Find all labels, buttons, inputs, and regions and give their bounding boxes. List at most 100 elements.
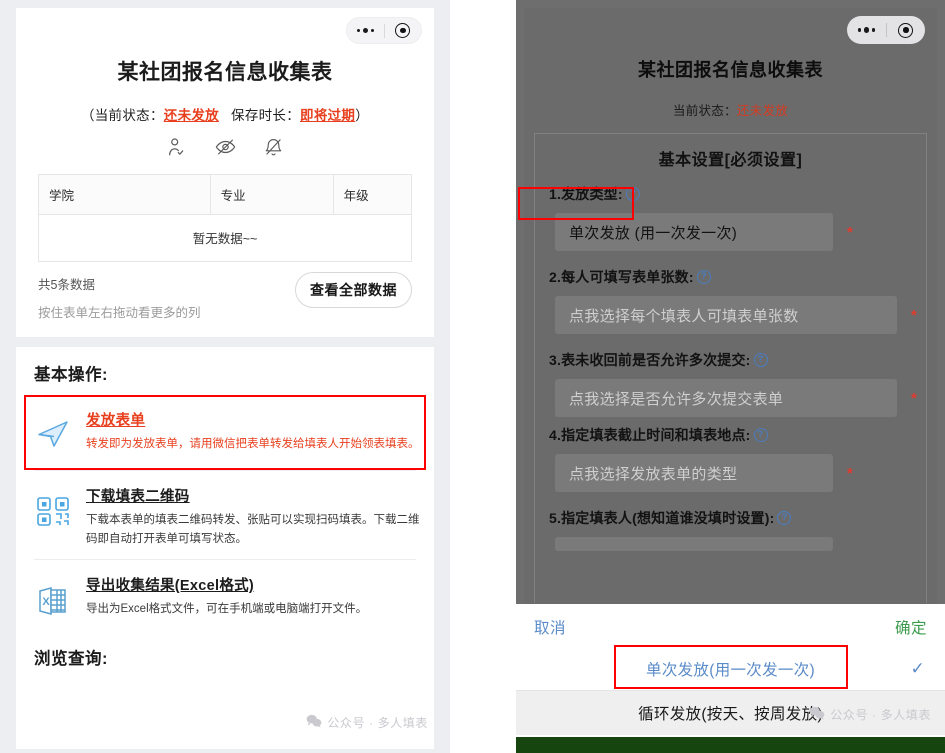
- bell-off-icon[interactable]: [263, 136, 284, 158]
- browse-query-title: 浏览查询:: [34, 649, 108, 668]
- excel-file-icon: X: [30, 574, 76, 619]
- operation-title: 发放表单: [86, 413, 146, 429]
- operation-desc: 下载本表单的填表二维码转发、张贴可以实现扫码填表。下载二维码即自动打开表单可填写…: [86, 513, 420, 545]
- field-deadline-location: 4.指定填表截止时间和填表地点: ? 点我选择发放表单的类型 *: [535, 425, 926, 492]
- view-all-data-button[interactable]: 查看全部数据: [295, 272, 412, 308]
- field-label: 3.表未收回前是否允许多次提交: ?: [549, 350, 926, 370]
- field-label-text: 1.发放类型:: [549, 186, 623, 202]
- operation-desc: 导出为Excel格式文件，可在手机端或电脑端打开文件。: [86, 602, 368, 615]
- designated-filler-select[interactable]: [555, 537, 833, 551]
- page-title: 某社团报名信息收集表: [117, 61, 333, 84]
- field-label: 5.指定填表人(想知道谁没填时设置): ?: [549, 508, 926, 528]
- field-spacer: [535, 417, 926, 425]
- operation-body: 下载填表二维码 下载本表单的填表二维码转发、张贴可以实现扫码填表。下载二维码即自…: [86, 485, 420, 549]
- more-dots-icon[interactable]: [847, 27, 886, 33]
- field-forms-per-person: 2.每人可填写表单张数: ? 点我选择每个填表人可填表单张数 *: [535, 267, 926, 334]
- field-spacer: [535, 251, 926, 267]
- field-label-text: 5.指定填表人(想知道谁没填时设置):: [549, 510, 775, 526]
- field-label-text: 2.每人可填写表单张数:: [549, 269, 694, 285]
- field-spacer: [535, 334, 926, 350]
- basic-operations-title: 基本操作:: [34, 366, 108, 384]
- release-type-select[interactable]: 单次发放 (用一次发一次) *: [555, 213, 853, 251]
- action-sheet-option-single[interactable]: 单次发放(用一次发一次) ✓: [516, 648, 945, 690]
- field-label: 2.每人可填写表单张数: ?: [549, 267, 926, 287]
- operation-download-qr[interactable]: 下载填表二维码 下载本表单的填表二维码转发、张贴可以实现扫码填表。下载二维码即自…: [16, 471, 434, 559]
- home-indicator-bar: [516, 737, 945, 753]
- basic-operations-card: 基本操作: 发放表单 转发即为发放表单，请用微信把表单转发给填表人开始领表填表。: [16, 347, 434, 749]
- more-dots-icon[interactable]: [347, 27, 384, 34]
- paper-plane-icon: [30, 409, 76, 454]
- field-designated-filler: 5.指定填表人(想知道谁没填时设置): ?: [535, 508, 926, 551]
- field-label-text: 3.表未收回前是否允许多次提交:: [549, 352, 751, 368]
- status-badge: 还未发放: [736, 104, 789, 118]
- table-header-row: 学院 专业 年级: [38, 174, 412, 215]
- multi-submit-select[interactable]: 点我选择是否允许多次提交表单 *: [555, 379, 917, 417]
- operation-send-form[interactable]: 发放表单 转发即为发放表单，请用微信把表单转发给填表人开始领表填表。: [16, 395, 434, 470]
- screenshot-stage: 某社团报名信息收集表 （当前状态：还未发放 保存时长：即将过期） 学院 专业 年…: [0, 0, 945, 753]
- question-circle-icon[interactable]: ?: [753, 428, 768, 442]
- watermark-text: 公众号 · 多人填表: [327, 716, 428, 730]
- wechat-logo-icon: [306, 714, 322, 731]
- basic-settings-panel: 基本设置[必须设置] 1.发放类型: ? 单次发放 (用一次发一次) * 2.每…: [534, 133, 927, 603]
- field-label: 4.指定填表截止时间和填表地点: ?: [549, 425, 926, 445]
- watermark-left: 公众号 · 多人填表: [306, 714, 428, 731]
- card-gap: [8, 337, 442, 347]
- required-asterisk: *: [847, 223, 853, 241]
- target-circle-icon[interactable]: [385, 23, 422, 38]
- select-placeholder: 点我选择每个填表人可填表单张数: [569, 307, 799, 325]
- question-circle-icon[interactable]: ?: [625, 187, 640, 201]
- qr-code-icon: [30, 485, 76, 549]
- table-header-major: 专业: [210, 174, 334, 215]
- person-check-icon[interactable]: [166, 136, 188, 158]
- required-asterisk: *: [911, 389, 917, 407]
- operation-body: 导出收集结果(Excel格式) 导出为Excel格式文件，可在手机端或电脑端打开…: [86, 574, 420, 619]
- option-label: 单次发放(用一次发一次): [646, 662, 815, 679]
- field-label-text: 4.指定填表截止时间和填表地点:: [549, 427, 751, 443]
- miniprogram-capsule[interactable]: [847, 16, 925, 44]
- status-middle: 保存时长：: [231, 108, 301, 123]
- target-circle-icon[interactable]: [887, 22, 926, 38]
- question-circle-icon[interactable]: ?: [753, 353, 768, 367]
- question-circle-icon[interactable]: ?: [777, 511, 792, 525]
- eye-off-icon[interactable]: [214, 136, 237, 158]
- operation-body: 发放表单 转发即为发放表单，请用微信把表单转发给填表人开始领表填表。: [86, 409, 420, 454]
- right-phone-screen: 某社团报名信息收集表 当前状态：还未发放 基本设置[必须设置] 1.发放类型: …: [516, 0, 945, 753]
- deadline-location-select[interactable]: 点我选择发放表单的类型 *: [555, 454, 853, 492]
- quick-action-icons: [16, 124, 434, 168]
- status-suffix: ）: [355, 108, 370, 123]
- option-label: 循环发放(按天、按周发放): [638, 706, 823, 723]
- table-footer: 共5条数据 按住表单左右拖动看更多的列 查看全部数据: [38, 262, 412, 335]
- status-badge-state: 还未发放: [163, 108, 219, 123]
- cancel-button[interactable]: 取消: [534, 616, 566, 638]
- question-circle-icon[interactable]: ?: [696, 270, 711, 284]
- data-preview-table[interactable]: 学院 专业 年级 暂无数据~~: [38, 174, 412, 262]
- status-label: 当前状态：: [672, 104, 737, 118]
- select-placeholder: 点我选择发放表单的类型: [569, 465, 738, 483]
- right-phone-content: 某社团报名信息收集表 当前状态：还未发放 基本设置[必须设置] 1.发放类型: …: [518, 8, 937, 604]
- table-row: 暂无数据~~: [38, 214, 412, 262]
- status-line: （当前状态：还未发放 保存时长：即将过期）: [16, 86, 434, 124]
- table-header-college: 学院: [38, 174, 211, 215]
- operation-title: 下载填表二维码: [86, 488, 190, 505]
- svg-text:X: X: [42, 596, 50, 608]
- forms-per-person-select[interactable]: 点我选择每个填表人可填表单张数 *: [555, 296, 917, 334]
- wechat-logo-icon: [809, 706, 825, 723]
- left-phone-screen: 某社团报名信息收集表 （当前状态：还未发放 保存时长：即将过期） 学院 专业 年…: [0, 0, 450, 753]
- left-phone-content: 某社团报名信息收集表 （当前状态：还未发放 保存时长：即将过期） 学院 专业 年…: [8, 8, 442, 753]
- field-multi-submit: 3.表未收回前是否允许多次提交: ? 点我选择是否允许多次提交表单 *: [535, 350, 926, 417]
- action-sheet-header: 取消 确定: [516, 604, 945, 648]
- right-capsule-row: [524, 8, 937, 48]
- status-prefix: （当前状态：: [80, 108, 164, 123]
- table-header-grade: 年级: [333, 174, 412, 215]
- check-icon: ✓: [910, 659, 925, 678]
- panel-title: 基本设置[必须设置]: [658, 152, 803, 169]
- operation-title: 导出收集结果(Excel格式): [86, 577, 255, 594]
- table-empty-text: 暂无数据~~: [38, 214, 412, 262]
- operation-export-excel[interactable]: X 导出收集结果(Excel格式) 导出为Excel格式文件，可在手机端或电脑端…: [16, 560, 434, 629]
- required-asterisk: *: [911, 306, 917, 324]
- miniprogram-capsule[interactable]: [346, 17, 422, 44]
- confirm-button[interactable]: 确定: [895, 616, 927, 638]
- form-summary-card: 某社团报名信息收集表 （当前状态：还未发放 保存时长：即将过期） 学院 专业 年…: [16, 8, 434, 337]
- select-placeholder: 点我选择是否允许多次提交表单: [569, 390, 784, 408]
- field-spacer: [535, 492, 926, 508]
